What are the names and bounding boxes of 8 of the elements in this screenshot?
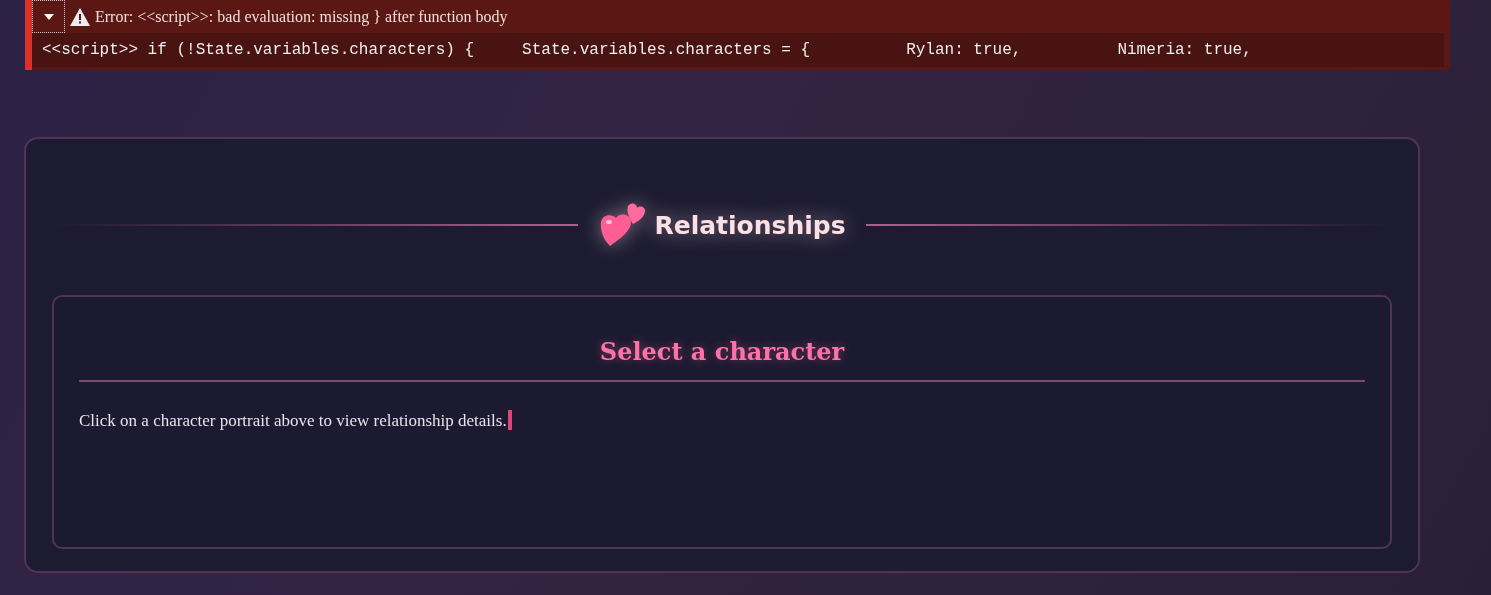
error-message: Error: <<script>>: bad evaluation: missing } after function body: [95, 7, 508, 26]
card-text: Click on a character portrait above to view relationship details.: [79, 411, 507, 430]
panel-title: Relationships: [654, 210, 846, 240]
warning-icon: [69, 6, 91, 27]
card-heading: Select a character: [598, 336, 846, 366]
error-source: <<script>> if (!State.variables.characters) { State.variables.characters = { Rylan: true, Nimeria: true,: [32, 33, 1444, 67]
text-cursor: [507, 410, 512, 430]
caret-icon: [42, 12, 55, 21]
